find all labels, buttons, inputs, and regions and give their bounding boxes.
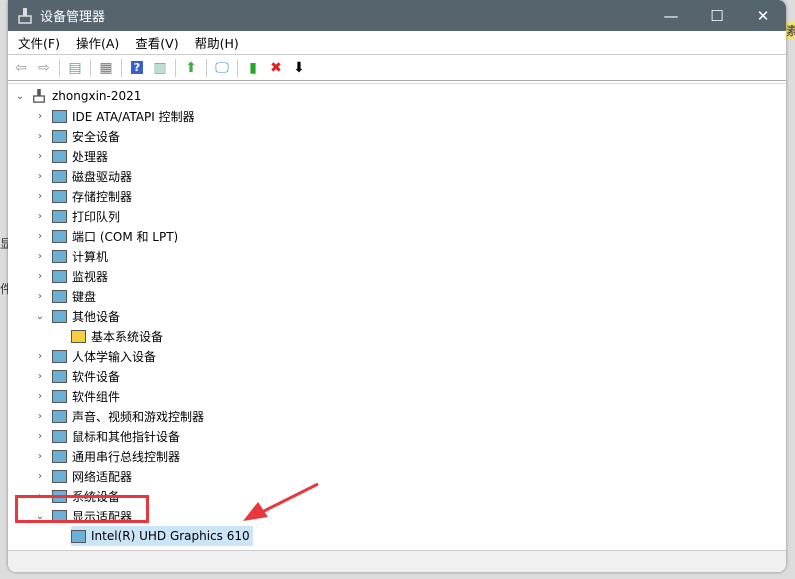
annotation-arrow xyxy=(243,482,319,521)
